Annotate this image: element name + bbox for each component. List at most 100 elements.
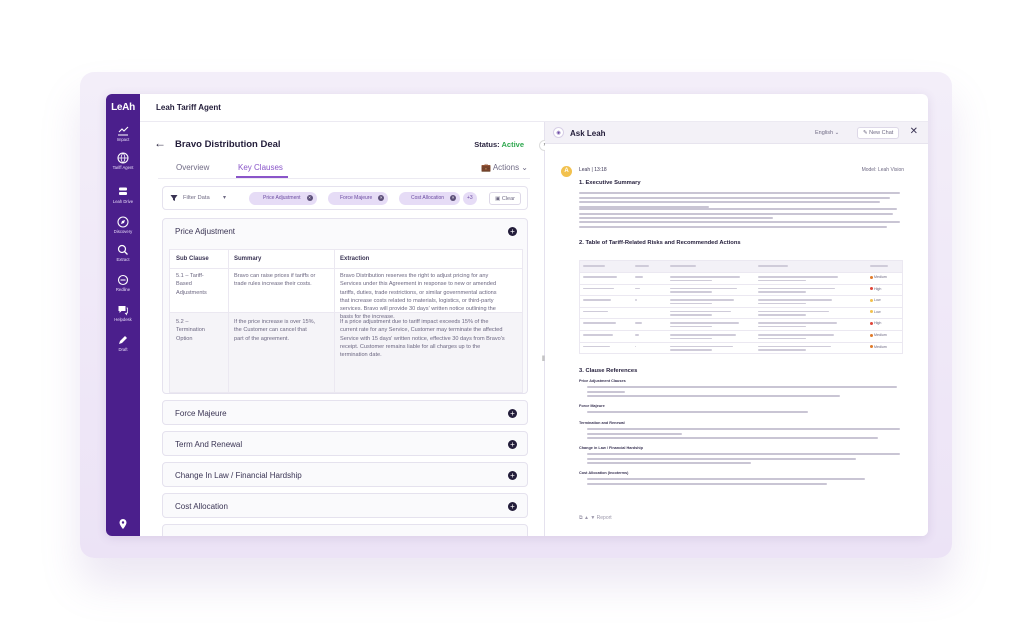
status-label: Status: <box>474 140 500 149</box>
accordion-title[interactable]: Price Adjustment <box>175 227 235 236</box>
accordion-title: Change In Law / Financial Hardship <box>175 471 302 480</box>
sidebar-item-extract[interactable]: Extract <box>106 244 140 262</box>
risk-table: Medium High Low Low High Medium Medium <box>579 260 903 354</box>
deal-title: Bravo Distribution Deal <box>175 139 281 150</box>
remove-chip-icon[interactable]: × <box>306 194 313 201</box>
risk-cell-text <box>670 276 740 278</box>
report-label[interactable]: Report <box>597 515 612 521</box>
risk-cell-text <box>583 276 617 278</box>
sidebar-item-discovery[interactable]: Discovery <box>106 216 140 234</box>
risk-cell-text <box>670 314 712 316</box>
chart-icon <box>118 126 129 136</box>
location-pin-icon[interactable] <box>117 518 129 530</box>
sidebar-item-redline[interactable]: Redline <box>106 274 140 292</box>
new-chat-icon: ✎ <box>863 130 868 136</box>
message-feedback-bar: ⧉ ▲ ▼ Report <box>579 515 612 521</box>
tab-overview[interactable]: Overview <box>176 163 209 172</box>
language-select[interactable]: English ⌄ <box>815 128 839 138</box>
risk-cell-text <box>583 322 616 324</box>
risk-cell-text <box>670 310 731 313</box>
chevron-down-icon: ⌄ <box>834 130 840 136</box>
ask-leah-header: ◉ Ask Leah English ⌄ ✎ New Chat ✕ <box>545 122 928 144</box>
risk-row-divider <box>580 330 902 331</box>
accordion-cost-allocation[interactable]: Cost Allocation + <box>162 493 528 518</box>
filter-data-label[interactable]: Filter Data <box>183 195 210 201</box>
thumbs-up-icon[interactable]: ▲ <box>584 515 589 521</box>
accordion-change-in-law[interactable]: Change In Law / Financial Hardship + <box>162 462 528 487</box>
accordion-next-section[interactable] <box>162 524 528 536</box>
app-logo: LeAh <box>111 102 135 113</box>
message-meta: Leah | 13:18 <box>579 167 607 173</box>
actions-menu[interactable]: 💼 Actions ⌄ <box>481 163 528 172</box>
sidebar: LeAh Impact Tariff Agent Leah Drive Disc… <box>106 94 140 536</box>
accordion-title: Term And Renewal <box>175 440 243 449</box>
tab-divider <box>158 178 530 179</box>
expand-icon[interactable]: + <box>508 227 517 236</box>
column-divider <box>334 250 335 392</box>
filter-chip[interactable]: Force Majeure × <box>328 192 389 205</box>
accordion-term-and-renewal[interactable]: Term And Renewal + <box>162 431 528 456</box>
briefcase-icon: 💼 <box>481 163 492 172</box>
risk-cell-text <box>583 310 608 313</box>
close-icon[interactable]: ✕ <box>910 126 918 137</box>
filter-chip[interactable]: Price Adjustment × <box>249 192 317 205</box>
risk-dot-icon <box>870 321 873 325</box>
back-arrow-icon[interactable]: ← <box>154 136 166 150</box>
section-heading: 2. Table of Tariff-Related Risks and Rec… <box>579 240 741 246</box>
risk-cell-text <box>583 299 611 301</box>
copy-icon[interactable]: ⧉ <box>579 515 583 521</box>
remove-chip-icon[interactable]: × <box>378 194 385 201</box>
clear-filters-button[interactable]: ▣ Clear <box>489 192 521 205</box>
risk-level: High <box>870 321 881 325</box>
expand-icon[interactable]: + <box>508 471 517 480</box>
risk-cell-text <box>670 322 739 324</box>
risk-dot-icon <box>870 333 873 337</box>
section-heading: 3. Clause References <box>579 368 638 374</box>
sidebar-item-leah-drive[interactable]: Leah Drive <box>106 186 140 204</box>
tab-key-clauses[interactable]: Key Clauses <box>238 163 283 172</box>
clause-subheading: Change in Law / Financial Hardship <box>579 446 643 450</box>
chevron-down-icon: ⌄ <box>521 163 528 172</box>
risk-cell-text <box>670 279 712 282</box>
expand-icon[interactable]: + <box>508 409 517 418</box>
search-icon <box>117 244 128 255</box>
risk-level: Medium <box>870 275 887 279</box>
thumbs-down-icon[interactable]: ▼ <box>590 515 595 521</box>
ask-leah-panel: ◉ Ask Leah English ⌄ ✎ New Chat ✕ A Leah… <box>545 122 928 536</box>
table-cell: 5.2 – Termination Option <box>176 319 205 342</box>
risk-cell-text <box>670 287 737 290</box>
expand-icon[interactable]: + <box>508 502 517 511</box>
risk-cell-text <box>758 291 806 293</box>
trash-icon: ▣ <box>495 196 501 202</box>
risk-dot-icon <box>870 287 873 291</box>
deal-panel: ← Bravo Distribution Deal Status: Active… <box>140 122 544 536</box>
risk-cell-text <box>758 322 837 324</box>
drive-icon <box>119 187 127 195</box>
clause-table: Sub Clause Summary Extraction 5.1 – Tari… <box>169 249 523 393</box>
sidebar-item-helpdesk[interactable]: Helpdesk <box>106 304 140 322</box>
risk-level: Low <box>870 298 881 302</box>
new-chat-button[interactable]: ✎ New Chat <box>857 127 900 139</box>
table-cell: Bravo can raise prices if tariffs or trad… <box>234 273 316 288</box>
sidebar-item-label: Draft <box>118 347 128 352</box>
table-cell: If a price adjustment due to tariff impa… <box>340 319 505 359</box>
sidebar-item-draft[interactable]: Draft <box>106 334 140 352</box>
summary-paragraph <box>579 208 903 222</box>
summary-paragraph <box>579 221 903 230</box>
sidebar-item-impact[interactable]: Impact <box>106 124 140 142</box>
risk-row-divider <box>580 341 902 343</box>
chevron-down-icon[interactable]: ▾ <box>223 195 226 201</box>
filter-chip[interactable]: Cost Allocation × <box>399 192 461 205</box>
clause-text <box>587 411 903 416</box>
chip-label: Price Adjustment <box>263 195 301 201</box>
risk-cell-text <box>758 349 806 351</box>
status-value: Active <box>501 140 524 149</box>
more-filters-chip[interactable]: +3 <box>463 192 477 205</box>
risk-dot-icon <box>870 298 873 302</box>
expand-icon[interactable]: + <box>508 440 517 449</box>
risk-cell-text <box>758 334 834 336</box>
risk-cell-text <box>758 299 832 301</box>
remove-chip-icon[interactable]: × <box>450 194 457 201</box>
sidebar-item-tariff-agent[interactable]: Tariff Agent <box>106 152 140 170</box>
accordion-force-majeure[interactable]: Force Majeure + <box>162 400 528 425</box>
